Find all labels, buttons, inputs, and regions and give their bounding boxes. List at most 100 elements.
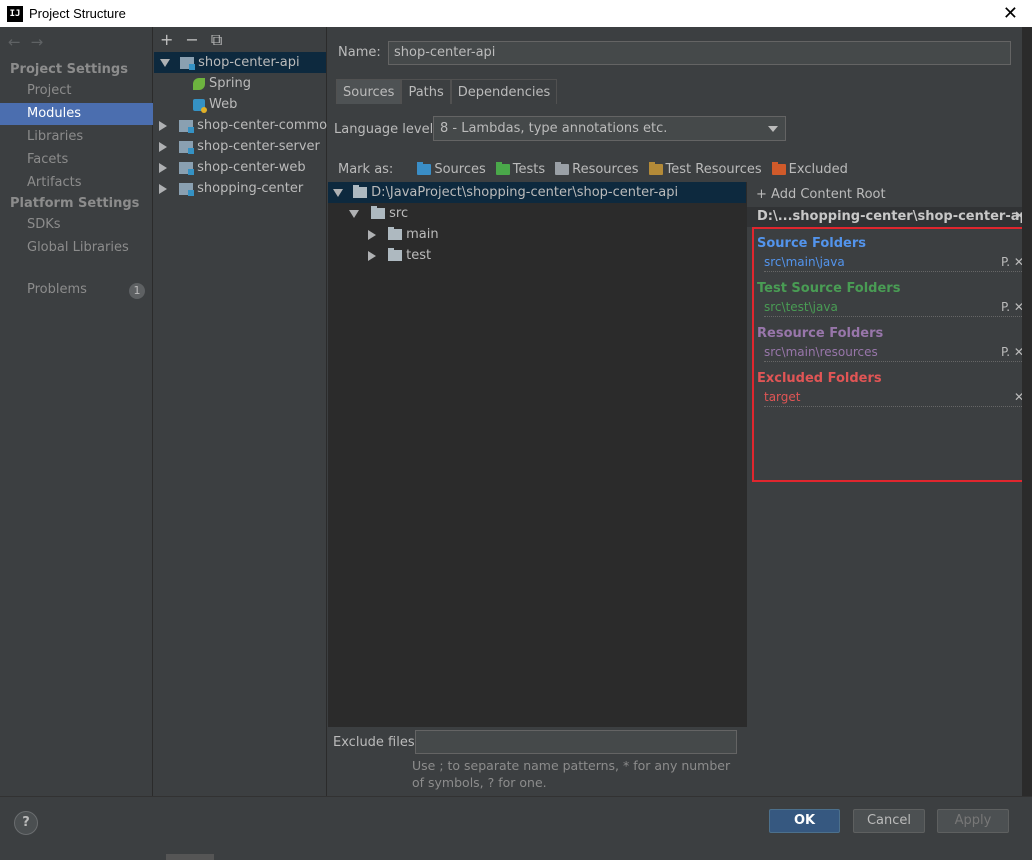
tab-sources[interactable]: Sources (336, 79, 402, 104)
collapse-arrow-icon[interactable] (159, 141, 167, 152)
mark-sources-button[interactable]: Sources (417, 162, 486, 177)
module-name-input[interactable]: shop-center-api (388, 41, 1011, 65)
mark-resources-label: Resources (572, 162, 639, 177)
sidebar-item-modules[interactable]: Modules (0, 103, 153, 125)
collapse-arrow-icon[interactable] (368, 229, 376, 240)
exclude-files-input[interactable] (415, 730, 737, 754)
tree-item-facet[interactable]: Web (154, 94, 326, 115)
test-source-folder-entry[interactable]: src\test\java P. ✕ (764, 299, 1024, 317)
cancel-button[interactable]: Cancel (853, 809, 925, 833)
resource-folder-entry[interactable]: src\main\resources P. ✕ (764, 344, 1024, 362)
mark-excluded-label: Excluded (788, 162, 848, 177)
module-icon (179, 182, 195, 196)
content-root-path-label: D:\...shopping-center\shop-center-api (757, 209, 1032, 224)
folder-icon (388, 227, 403, 240)
help-button[interactable]: ? (14, 811, 38, 835)
scrollbar-thumb (166, 854, 214, 860)
tree-item-label: src (389, 206, 409, 221)
resource-folder-path: src\main\resources (764, 345, 878, 359)
name-label: Name: (338, 45, 381, 60)
folder-entry-actions[interactable]: P. ✕ (1001, 299, 1024, 315)
mark-tests-button[interactable]: Tests (495, 162, 546, 177)
add-icon[interactable]: + (160, 30, 173, 50)
web-icon (193, 98, 207, 113)
content-root-header: D:\...shopping-center\shop-center-api ✕ (747, 207, 1032, 227)
module-tabs: Sources Paths Dependencies (336, 79, 558, 104)
tree-item-label: Spring (209, 76, 251, 91)
content-roots-panel: + Add Content Root D:\...shopping-center… (746, 182, 1032, 727)
tree-item-label: main (406, 227, 439, 242)
expand-arrow-icon[interactable] (333, 188, 343, 197)
sidebar-item-artifacts[interactable]: Artifacts (0, 172, 153, 194)
excluded-folder-icon (771, 162, 786, 175)
tree-item-module[interactable]: shop-center-common (154, 115, 335, 136)
collapse-arrow-icon[interactable] (159, 120, 167, 131)
tests-folder-icon (495, 162, 510, 175)
tree-item-label: shopping-center (197, 181, 304, 196)
tab-paths[interactable]: Paths (401, 79, 451, 104)
source-folders-title: Source Folders (757, 236, 867, 251)
module-settings-content: Name: shop-center-api Sources Paths Depe… (328, 27, 1032, 796)
title-bar: IJ Project Structure ✕ (0, 0, 1032, 27)
sources-folder-icon (417, 162, 432, 175)
collapse-arrow-icon[interactable] (159, 183, 167, 194)
collapse-arrow-icon[interactable] (368, 250, 376, 261)
remove-icon[interactable]: − (185, 30, 198, 50)
sidebar-item-facets[interactable]: Facets (0, 149, 153, 171)
apply-button[interactable]: Apply (937, 809, 1009, 833)
chevron-down-icon (768, 126, 778, 132)
folder-icon (388, 248, 403, 261)
tree-item-folder[interactable]: main (328, 224, 439, 245)
folder-icon (353, 185, 368, 198)
mark-as-label: Mark as: (338, 162, 394, 177)
close-window-icon[interactable]: ✕ (1003, 3, 1018, 24)
content-root-path: D:\JavaProject\shopping-center\shop-cent… (371, 185, 679, 200)
window-title: Project Structure (29, 6, 126, 21)
mark-resources-button[interactable]: Resources (555, 162, 639, 177)
expand-arrow-icon[interactable] (160, 58, 170, 67)
background-window-edge (1022, 27, 1032, 796)
mark-tests-label: Tests (512, 162, 546, 177)
expand-arrow-icon[interactable] (349, 209, 359, 218)
copy-icon[interactable]: ⧉ (211, 30, 222, 50)
dialog-body: ←→ Project Settings Project Modules Libr… (0, 27, 1032, 796)
tree-item-module[interactable]: shop-center-web (154, 157, 326, 178)
tree-item-module[interactable]: shop-center-api (154, 52, 326, 73)
tab-dependencies[interactable]: Dependencies (450, 79, 558, 104)
module-tree-toolbar: + − ⧉ (160, 30, 222, 50)
tree-item-module[interactable]: shop-center-server (154, 136, 326, 157)
tree-item-label: test (406, 248, 432, 263)
sidebar-item-global-libraries[interactable]: Global Libraries (0, 237, 153, 259)
excluded-folders-title: Excluded Folders (757, 371, 882, 386)
forward-arrow-icon[interactable]: → (31, 33, 54, 51)
mark-as-toolbar: Mark as: Sources Tests Resources Test Re… (338, 162, 848, 177)
module-tree-pane: + − ⧉ shop-center-api Spring Web shop-ce… (154, 27, 335, 796)
tree-item-facet[interactable]: Spring (154, 73, 326, 94)
tree-item-label: Web (209, 97, 238, 112)
tree-item-module[interactable]: shopping-center (154, 178, 326, 199)
tree-item-label: shop-center-web (197, 160, 306, 175)
tree-item-folder[interactable]: src (328, 203, 408, 224)
exclude-files-hint: Use ; to separate name patterns, * for a… (412, 758, 731, 790)
language-level-value: 8 - Lambdas, type annotations etc. (440, 121, 668, 136)
mark-excluded-button[interactable]: Excluded (771, 162, 848, 177)
excluded-folder-entry[interactable]: target ✕ (764, 389, 1024, 407)
collapse-arrow-icon[interactable] (159, 162, 167, 173)
add-content-root-button[interactable]: + Add Content Root (756, 187, 886, 202)
source-folder-entry[interactable]: src\main\java P. ✕ (764, 254, 1024, 272)
language-level-select[interactable]: 8 - Lambdas, type annotations etc. (433, 116, 786, 141)
test-source-folder-path: src\test\java (764, 300, 838, 314)
tree-item-content-root[interactable]: D:\JavaProject\shopping-center\shop-cent… (328, 182, 746, 203)
sidebar-item-libraries[interactable]: Libraries (0, 126, 153, 148)
test-source-folders-title: Test Source Folders (757, 281, 901, 296)
folder-entry-actions[interactable]: P. ✕ (1001, 344, 1024, 360)
back-arrow-icon[interactable]: ← (8, 33, 31, 51)
mark-test-resources-button[interactable]: Test Resources (648, 162, 762, 177)
sidebar-item-sdks[interactable]: SDKs (0, 214, 153, 236)
folder-entry-actions[interactable]: P. ✕ (1001, 254, 1024, 270)
source-folder-path: src\main\java (764, 255, 845, 269)
spring-icon (193, 77, 205, 90)
sidebar-item-project[interactable]: Project (0, 80, 153, 102)
tree-item-folder[interactable]: test (328, 245, 431, 266)
ok-button[interactable]: OK (769, 809, 840, 833)
